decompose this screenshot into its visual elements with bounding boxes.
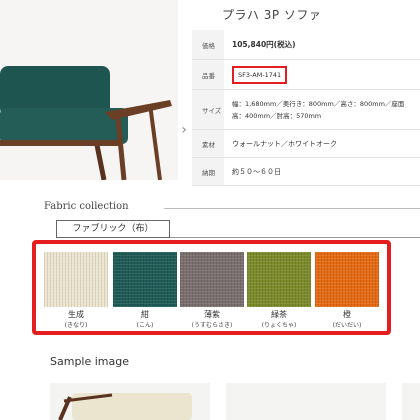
sample-image-heading: Sample image (50, 355, 130, 368)
divider (170, 237, 420, 238)
spec-label: 素材 (192, 130, 224, 157)
price-value: 105,840円(税込) (232, 39, 296, 49)
swatch-name: 橙 (343, 310, 351, 319)
spec-label: サイズ (192, 90, 224, 129)
swatch-daidai[interactable] (315, 252, 379, 307)
tab-fabric[interactable]: ファブリック（布） (56, 220, 170, 238)
spec-row-price: 価格 105,840円(税込) (192, 30, 420, 60)
spec-label: 価格 (192, 30, 224, 59)
swatch-highlight-box: 生成 (きなり) 紺 (こん) 薄紫 (うすむらさき) 緑茶 (りょくちゃ) 橙… (32, 240, 391, 335)
spec-row-delivery: 納期 約５０～６０日 (192, 158, 420, 186)
delivery-value: 約５０～６０日 (232, 167, 281, 176)
divider (164, 208, 420, 209)
spec-row-part-number: 品番 SF3-AM-1741 (192, 60, 420, 90)
sample-thumbnail[interactable] (50, 383, 210, 420)
product-title: プラハ 3P ソファ (222, 8, 322, 22)
swatch-reading: (きなり) (64, 322, 88, 329)
spec-row-material: 素材 ウォールナット／ホワイトオーク (192, 130, 420, 158)
swatch-reading: (だいだい) (332, 322, 362, 329)
product-photo (0, 0, 178, 180)
material-value: ウォールナット／ホワイトオーク (232, 139, 337, 148)
swatch-usumurasaki[interactable] (180, 252, 244, 307)
sample-thumbnail[interactable] (226, 383, 386, 420)
fabric-collection-heading: Fabric collection (44, 201, 129, 212)
part-number-value: SF3-AM-1741 (232, 65, 288, 84)
spec-table: 価格 105,840円(税込) 品番 SF3-AM-1741 サイズ 幅：1,6… (192, 30, 420, 186)
next-image-arrow-icon[interactable]: › (178, 120, 190, 140)
spec-row-size: サイズ 幅：1,680mm／奥行き：800mm／高さ：800mm／座面 高：40… (192, 90, 420, 130)
sofa-thumb-image (50, 383, 210, 420)
sofa-image (0, 0, 178, 180)
spec-label: 品番 (192, 60, 224, 89)
sample-thumbnail[interactable] (402, 383, 420, 420)
swatch-kinari[interactable] (44, 252, 108, 307)
size-value-line2: 高：400mm／肘高：570mm (232, 111, 322, 120)
swatch-kon[interactable] (113, 252, 177, 307)
swatch-ryokucha[interactable] (247, 252, 311, 307)
size-value-line1: 幅：1,680mm／奥行き：800mm／高さ：800mm／座面 (232, 99, 405, 108)
spec-label: 納期 (192, 158, 224, 185)
swatch-name: 生成 (68, 310, 84, 319)
